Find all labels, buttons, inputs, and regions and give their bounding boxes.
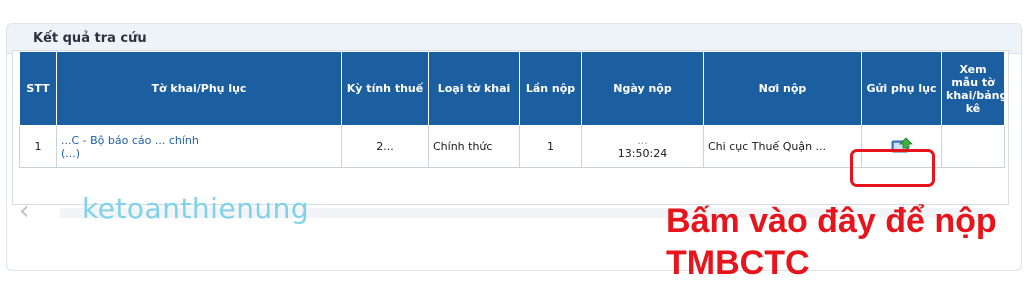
header-ngay-nop: Ngày nộp — [581, 51, 704, 126]
cell-lan-nop: 1 — [519, 125, 582, 168]
header-to-khai: Tờ khai/Phụ lục — [56, 51, 342, 126]
scroll-left-icon[interactable]: ‹ — [19, 198, 29, 224]
cell-ky-tinh-thue: 2... — [341, 125, 429, 168]
cell-to-khai[interactable]: ...C - Bộ báo cáo ... chính (...) — [56, 125, 342, 168]
header-loai-to-khai: Loại tờ khai — [428, 51, 520, 126]
annotation-text: Bấm vào đây để nộp TMBCTC — [666, 200, 997, 284]
header-gui-phu-luc: Gửi phụ lục — [861, 51, 942, 126]
cell-ngay-nop: ... 13:50:24 — [581, 125, 704, 168]
ngay-nop-time: 13:50:24 — [617, 146, 668, 160]
table-header-row: STT Tờ khai/Phụ lục Kỳ tính thuế Loại tờ… — [19, 51, 1007, 126]
highlight-box — [850, 149, 935, 187]
cell-stt: 1 — [19, 125, 57, 168]
header-noi-nop: Nơi nộp — [703, 51, 862, 126]
header-xem-mau: Xem mẫu tờ khai/bảng kê — [941, 51, 1007, 126]
cell-xem-mau — [941, 125, 1005, 168]
to-khai-sub: (...) — [61, 146, 81, 160]
panel-title: Kết quả tra cứu — [33, 31, 147, 46]
annotation-line-2: TMBCTC — [666, 244, 810, 282]
header-stt: STT — [19, 51, 57, 126]
to-khai-link[interactable]: ...C - Bộ báo cáo ... chính — [61, 134, 337, 147]
header-lan-nop: Lần nộp — [519, 51, 582, 126]
cell-loai-to-khai: Chính thức — [428, 125, 520, 168]
annotation-line-1: Bấm vào đây để nộp — [666, 202, 997, 240]
ngay-nop-date: ... — [637, 133, 648, 147]
cell-noi-nop: Chi cục Thuế Quận ... — [703, 125, 862, 168]
header-ky-tinh-thue: Kỳ tính thuế — [341, 51, 429, 126]
watermark-text: ketoanthienung — [82, 192, 310, 225]
